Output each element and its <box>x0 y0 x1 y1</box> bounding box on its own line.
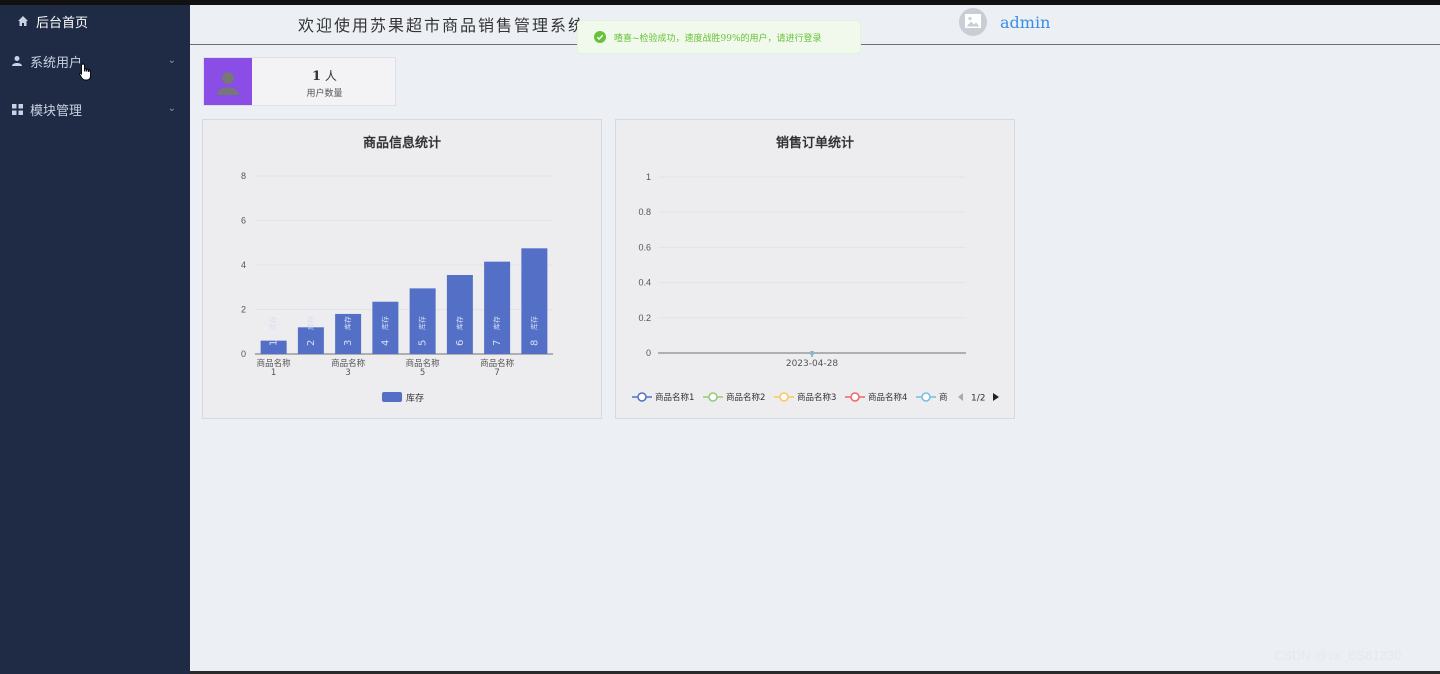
sidebar-item-modules[interactable]: 模块管理 ⌄ <box>0 94 190 124</box>
x-tick-label: 3 <box>345 368 350 378</box>
legend-next-icon <box>993 393 999 401</box>
image-placeholder-icon <box>965 13 981 32</box>
sales-chart-panel: 销售订单统计 0 0.2 0.4 0.6 0.8 1 2023-04-28 商品名称1 商品名称… <box>615 119 1015 419</box>
sidebar-item-label: 模块管理 <box>30 103 83 119</box>
hand-cursor-icon <box>79 63 93 85</box>
y-tick-label: 0 <box>241 349 246 359</box>
x-tick-label: 2023-04-28 <box>786 359 839 369</box>
bar-series-label: 库存 <box>343 316 352 330</box>
bar-value-label: 3 <box>343 340 354 346</box>
welcome-title: 欢迎使用苏果超市商品销售管理系统 <box>298 16 580 35</box>
bar-value-label: 7 <box>492 340 503 346</box>
legend-label: 库存 <box>406 392 424 404</box>
bar-data-label: 1 库存 <box>269 316 280 346</box>
sales-line-chart: 0 0.2 0.4 0.6 0.8 1 2023-04-28 商品名称1 商品名称2 商品名称3 商… <box>632 172 999 404</box>
sidebar: 后台首页 系统用户 ⌄ 模块管理 ⌄ <box>0 5 190 674</box>
y-tick-label: 6 <box>241 216 246 226</box>
user-count-card: 1 人 用户数量 <box>203 57 396 106</box>
bar-value-label: 5 <box>418 340 429 346</box>
main-area: 欢迎使用苏果超市商品销售管理系统 admin 喳喜~检验成功，速度战胜99%的用… <box>190 5 1440 671</box>
sidebar-item-label: 系统用户 <box>30 55 83 71</box>
user-count-value: 1 <box>312 69 322 84</box>
legend-item: 商 <box>916 392 948 403</box>
bar-series-label: 库存 <box>306 316 315 330</box>
user-avatar-icon <box>204 58 252 105</box>
bar-series-label: 库存 <box>455 316 464 330</box>
bar-series-label: 库存 <box>529 316 538 330</box>
check-circle-icon <box>594 31 606 43</box>
legend-swatch <box>382 392 402 402</box>
bar-series-label: 库存 <box>492 316 501 330</box>
legend-label: 商 <box>939 392 948 403</box>
legend-page-indicator: 1/2 <box>971 394 985 404</box>
legend-marker <box>921 392 931 402</box>
home-icon <box>16 14 30 28</box>
legend-marker <box>850 392 860 402</box>
line-point <box>810 351 814 355</box>
bar-value-label: 8 <box>529 340 540 346</box>
goods-bar-chart: 024681库存2库存3库存4库存5库存6库存7库存8库存商品名称1商品名称3商… <box>241 171 553 404</box>
bar-value-label: 1 <box>269 340 280 346</box>
y-tick-label: 0.4 <box>638 278 651 288</box>
legend-item: 商品名称3 <box>774 392 836 403</box>
legend-marker <box>708 392 718 402</box>
y-tick-label: 0 <box>646 348 651 358</box>
y-tick-label: 0.6 <box>638 242 651 252</box>
y-tick-label: 8 <box>241 171 246 181</box>
y-tick-label: 0.8 <box>638 207 651 217</box>
success-toast: 喳喜~检验成功，速度战胜99%的用户，请进行登录 <box>577 20 861 54</box>
legend-item: 商品名称4 <box>845 392 907 403</box>
chevron-down-icon[interactable]: ⌄ <box>168 55 176 66</box>
legend-label: 商品名称1 <box>655 392 694 403</box>
y-tick-label: 4 <box>241 260 246 270</box>
bar-series-label: 库存 <box>418 316 427 330</box>
y-tick-label: 1 <box>646 172 651 182</box>
user-icon <box>10 54 24 68</box>
username[interactable]: admin <box>1000 13 1050 32</box>
toast-message: 喳喜~检验成功，速度战胜99%的用户，请进行登录 <box>614 33 822 44</box>
chevron-down-icon[interactable]: ⌄ <box>168 103 176 114</box>
bar-value-label: 4 <box>380 340 391 346</box>
legend-item: 商品名称1 <box>632 392 694 403</box>
goods-chart-panel: 商品信息统计 0 2 4 6 8 1 库存 2 库存 3 库存 4 库存 5 库存 6 库存 7 库存 8 库存 商品名称… <box>202 119 602 419</box>
bar-value-label: 2 <box>306 340 317 346</box>
x-tick-label: 7 <box>494 368 499 378</box>
legend-item: 商品名称2 <box>703 392 765 403</box>
legend-marker <box>779 392 789 402</box>
user-count-unit: 人 <box>324 69 337 83</box>
bar <box>521 248 548 354</box>
watermark: CSDN @vx_BS81330 <box>1274 648 1402 663</box>
sidebar-item-system-users[interactable]: 系统用户 ⌄ <box>0 46 190 76</box>
x-tick-label: 1 <box>271 368 276 378</box>
bar-value-label: 6 <box>455 340 466 346</box>
user-count: 1 人 <box>252 67 397 84</box>
legend-marker <box>637 392 647 402</box>
legend-label: 商品名称4 <box>868 392 907 403</box>
grid-icon <box>10 102 24 116</box>
legend-prev-icon <box>958 393 963 401</box>
legend-label: 商品名称3 <box>797 392 836 403</box>
user-count-label: 用户数量 <box>306 89 343 99</box>
bar-series-label: 库存 <box>269 316 278 330</box>
avatar[interactable] <box>959 8 987 36</box>
y-tick-label: 0.2 <box>638 313 651 323</box>
legend-label: 商品名称2 <box>726 392 765 403</box>
bar-series-label: 库存 <box>380 316 389 330</box>
sidebar-home-label: 后台首页 <box>36 15 89 31</box>
y-tick-label: 2 <box>241 305 246 315</box>
sidebar-item-home[interactable]: 后台首页 <box>0 6 190 36</box>
x-tick-label: 5 <box>420 368 425 378</box>
